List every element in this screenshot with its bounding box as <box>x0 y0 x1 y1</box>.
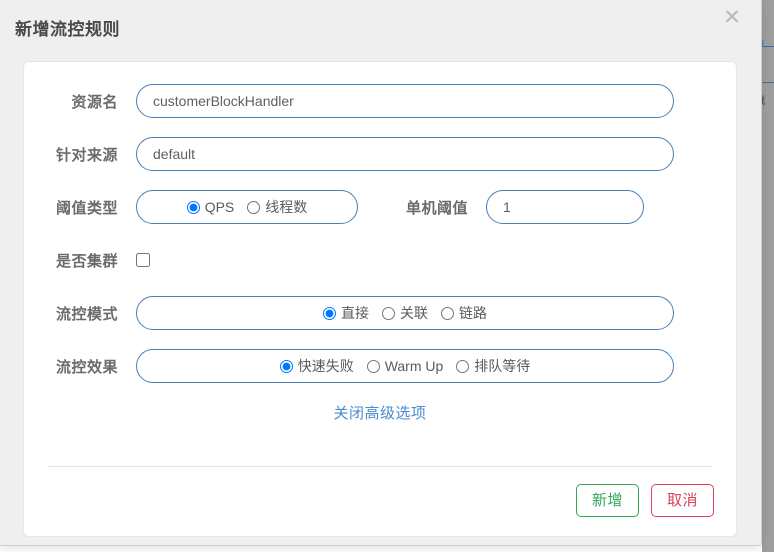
dialog-body-card: 资源名 针对来源 阈值类型 <box>23 61 737 537</box>
resource-label: 资源名 <box>71 93 118 111</box>
cancel-button[interactable]: 取消 <box>650 484 714 518</box>
form-row-flow-mode: 流控模式 直接 关联 链路 <box>24 296 736 330</box>
background-row-line <box>762 82 774 83</box>
radio-flow-mode-direct-label: 直接 <box>341 305 369 321</box>
flow-effect-radios: 快速失败 Warm Up 排队等待 <box>279 356 530 376</box>
flow-mode-label: 流控模式 <box>55 305 118 323</box>
resource-field[interactable] <box>136 84 674 118</box>
single-threshold-input[interactable] <box>501 198 629 216</box>
submit-button[interactable]: 新增 <box>575 484 639 518</box>
flow-rule-form: 资源名 针对来源 阈值类型 <box>24 62 736 423</box>
form-row-flow-effect: 流控效果 快速失败 Warm Up 排队等待 <box>24 349 736 383</box>
radio-threshold-qps[interactable]: QPS <box>186 199 235 215</box>
add-flow-rule-dialog: 新增流控规则 ✕ 资源名 针对来源 <box>0 0 762 546</box>
origin-label: 针对来源 <box>55 146 118 164</box>
radio-flow-effect-queue[interactable]: 排队等待 <box>456 356 530 376</box>
radio-flow-effect-warmup-input[interactable] <box>366 359 380 373</box>
cluster-checkbox[interactable] <box>136 253 150 267</box>
cluster-checkbox-cell[interactable] <box>136 243 150 277</box>
form-row-cluster: 是否集群 <box>24 243 736 277</box>
single-threshold-field[interactable] <box>486 190 644 224</box>
radio-flow-effect-warmup[interactable]: Warm Up <box>366 358 444 374</box>
radio-flow-mode-direct-input[interactable] <box>323 306 336 320</box>
threshold-type-group[interactable]: QPS 线程数 <box>136 190 358 224</box>
radio-threshold-threads-label: 线程数 <box>265 199 308 215</box>
radio-threshold-qps-input[interactable] <box>186 200 200 214</box>
single-threshold-label: 单机阈值 <box>405 199 468 217</box>
radio-flow-mode-related-label: 关联 <box>400 305 428 321</box>
radio-threshold-qps-label: QPS <box>204 199 235 215</box>
radio-flow-effect-fastfail-label: 快速失败 <box>297 358 354 374</box>
threshold-type-radios: QPS 线程数 <box>186 197 307 217</box>
origin-input[interactable] <box>151 145 659 163</box>
advanced-options-link[interactable]: 关闭高级选项 <box>333 405 426 422</box>
dialog-header: 新增流控规则 ✕ <box>0 0 761 55</box>
resource-input[interactable] <box>151 92 659 110</box>
radio-flow-mode-chain-input[interactable] <box>441 306 454 320</box>
threshold-type-label: 阈值类型 <box>55 199 118 217</box>
flow-effect-group[interactable]: 快速失败 Warm Up 排队等待 <box>136 349 674 383</box>
flow-effect-label: 流控效果 <box>55 358 118 376</box>
dialog-footer: 新增 取消 <box>575 484 714 518</box>
screen: 9 戳 新增流控规则 ✕ 资源名 针对来源 <box>0 0 774 552</box>
radio-flow-effect-warmup-label: Warm Up <box>384 358 444 374</box>
radio-flow-mode-related-input[interactable] <box>382 306 395 320</box>
cluster-label: 是否集群 <box>55 252 118 270</box>
flow-mode-radios: 直接 关联 链路 <box>323 303 487 323</box>
form-row-resource: 资源名 <box>24 84 736 118</box>
dialog-title: 新增流控规则 <box>15 20 120 39</box>
radio-flow-effect-queue-input[interactable] <box>456 359 470 373</box>
radio-threshold-threads[interactable]: 线程数 <box>247 197 307 217</box>
radio-flow-effect-queue-label: 排队等待 <box>474 358 531 374</box>
flow-mode-group[interactable]: 直接 关联 链路 <box>136 296 674 330</box>
advanced-options-row: 关闭高级选项 <box>24 402 736 423</box>
close-icon[interactable]: ✕ <box>719 5 745 31</box>
radio-flow-mode-chain-label: 链路 <box>459 305 487 321</box>
origin-field[interactable] <box>136 137 674 171</box>
radio-flow-mode-direct[interactable]: 直接 <box>323 303 369 323</box>
radio-flow-mode-chain[interactable]: 链路 <box>441 303 487 323</box>
radio-flow-effect-fastfail-input[interactable] <box>279 359 293 373</box>
radio-flow-mode-related[interactable]: 关联 <box>382 303 428 323</box>
radio-flow-effect-fastfail[interactable]: 快速失败 <box>279 356 354 376</box>
form-row-origin: 针对来源 <box>24 137 736 171</box>
radio-threshold-threads-input[interactable] <box>247 200 261 214</box>
form-row-threshold: 阈值类型 QPS 线程数 单机阈值 1 <box>24 190 736 224</box>
footer-divider <box>48 466 712 467</box>
